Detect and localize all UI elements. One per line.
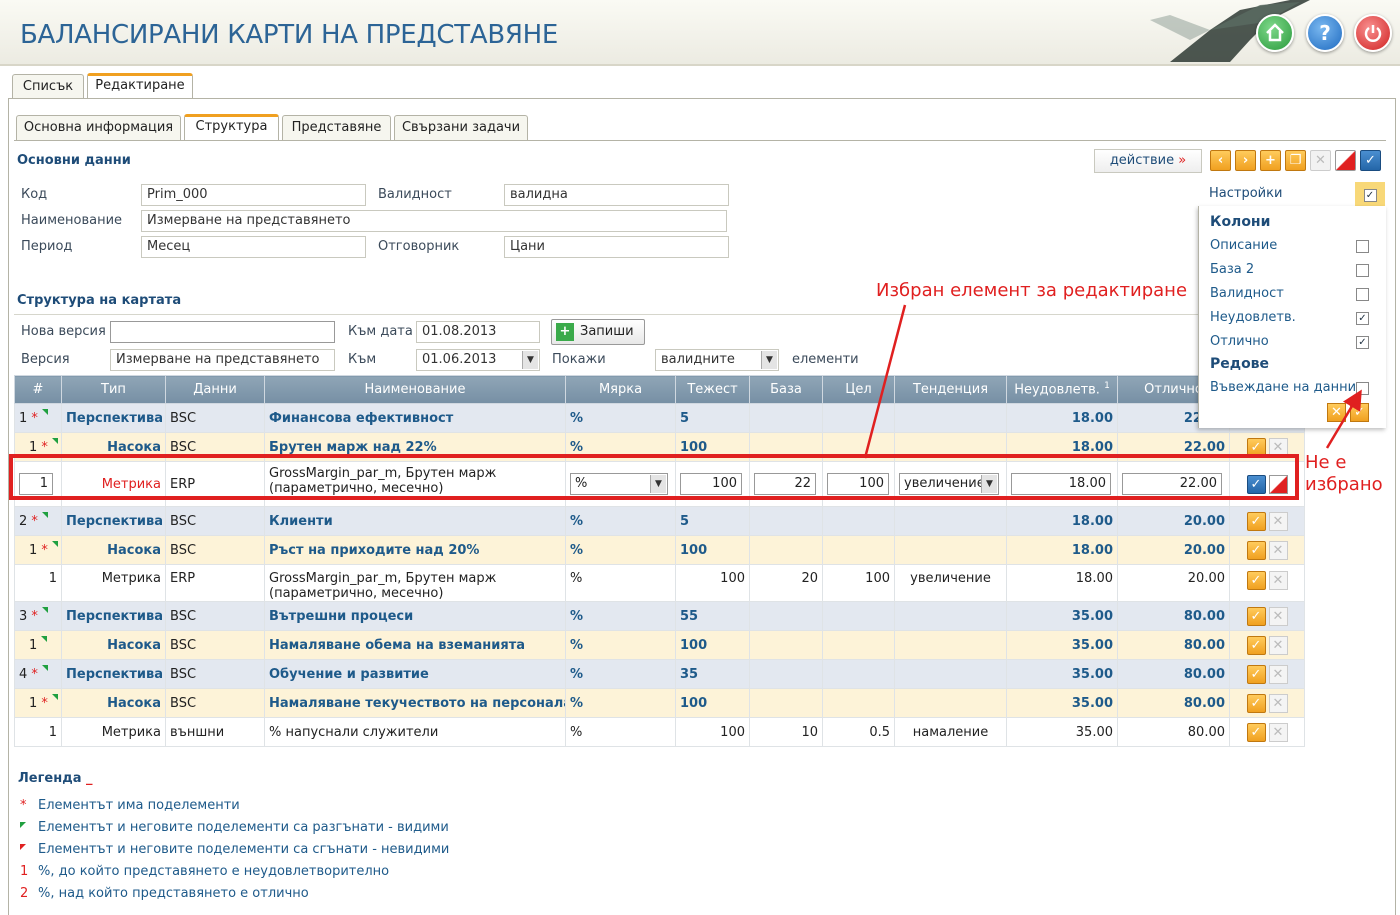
legend-marker: 2 xyxy=(20,886,29,901)
legend-item: * Елементът има поделементи xyxy=(20,798,240,813)
arrow-to-checkbox xyxy=(1325,389,1362,449)
legend-marker: 1 xyxy=(20,864,29,879)
legend-item: Елементът и неговите поделементи са сгън… xyxy=(20,842,449,857)
legend-marker: * xyxy=(20,798,27,813)
annotation-arrows xyxy=(863,304,1362,459)
legend-item: Елементът и неговите поделементи са разг… xyxy=(20,820,449,835)
legend-text: %, над който представянето е отлично xyxy=(38,886,309,901)
legend-title: Легенда _ xyxy=(18,771,93,786)
legend-text: %, до който представянето е неудовлетвор… xyxy=(38,864,390,879)
arrow-to-edit-row xyxy=(863,304,907,459)
legend-text: Елементът и неговите поделементи са сгън… xyxy=(38,842,450,857)
legend-text: Елементът има поделементи xyxy=(38,798,240,813)
green-corner-icon xyxy=(20,820,38,835)
legend-title-text: Легенда xyxy=(18,771,82,786)
legend-item: 2 %, над който представянето е отлично xyxy=(20,886,309,901)
legend-item: 1 %, до който представянето е неудовлетво… xyxy=(20,864,389,879)
legend-text: Елементът и неговите поделементи са разг… xyxy=(38,820,449,835)
red-corner-icon xyxy=(20,842,38,857)
